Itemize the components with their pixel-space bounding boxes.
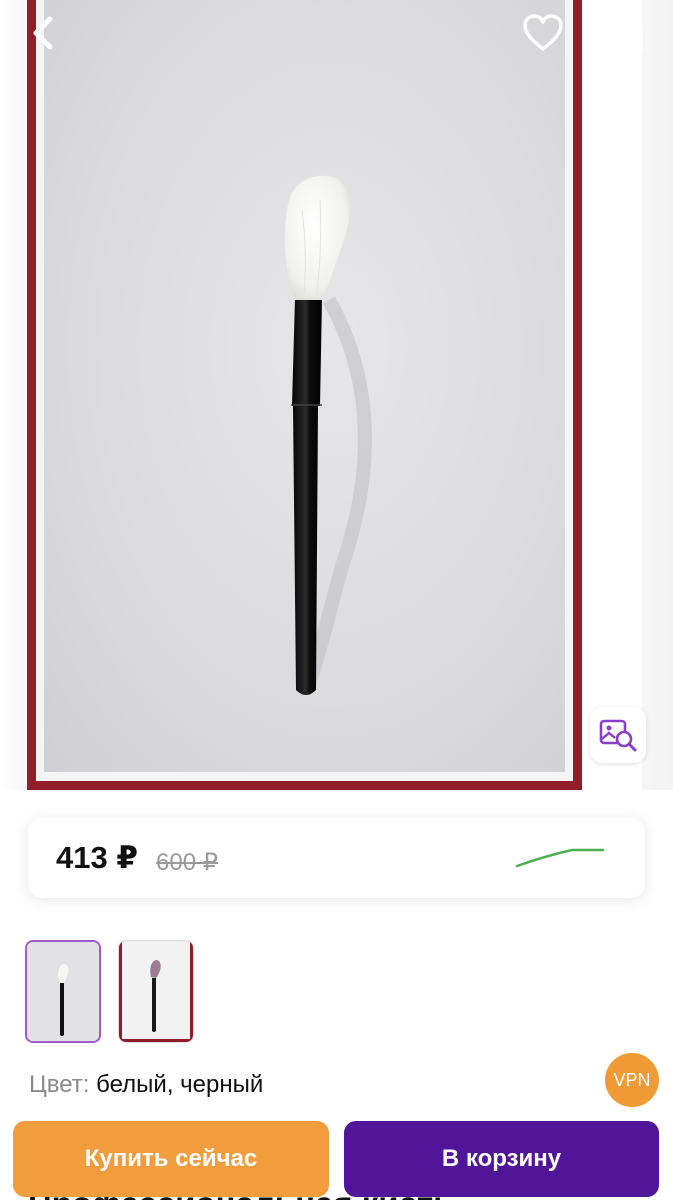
image-search-button[interactable] [590,707,646,763]
thumbnail-image [119,941,193,1042]
thumbnail-image [27,942,99,1041]
buy-now-button[interactable]: Купить сейчас [13,1121,329,1197]
favorite-button[interactable] [518,8,568,58]
chevron-left-icon [33,16,53,50]
heart-icon [523,14,563,51]
share-icon [615,12,643,53]
add-to-cart-button[interactable]: В корзину [344,1121,659,1197]
thumbnail-dark-brush[interactable] [118,940,194,1043]
price-card: 413 ₽ 600 ₽ [28,818,645,898]
next-image-peek [582,0,642,790]
product-image-gallery[interactable] [0,0,673,790]
color-value: белый, черный [96,1071,264,1098]
product-photo [44,0,565,772]
product-photo-frame [27,0,582,790]
brush-illustration [284,175,372,695]
image-search-icon [599,719,637,752]
price-trend-sparkline[interactable] [514,842,606,870]
color-label: Цвет: [29,1071,90,1098]
product-photo-mat [36,0,573,781]
share-button[interactable] [604,8,654,58]
thumbnail-white-brush[interactable] [25,940,101,1043]
vpn-badge[interactable]: VPN [605,1053,659,1107]
back-button[interactable] [18,8,68,58]
current-price: 413 ₽ [56,840,138,875]
old-price: 600 ₽ [156,849,218,876]
color-info: Цвет: белый, черный [29,1071,263,1099]
